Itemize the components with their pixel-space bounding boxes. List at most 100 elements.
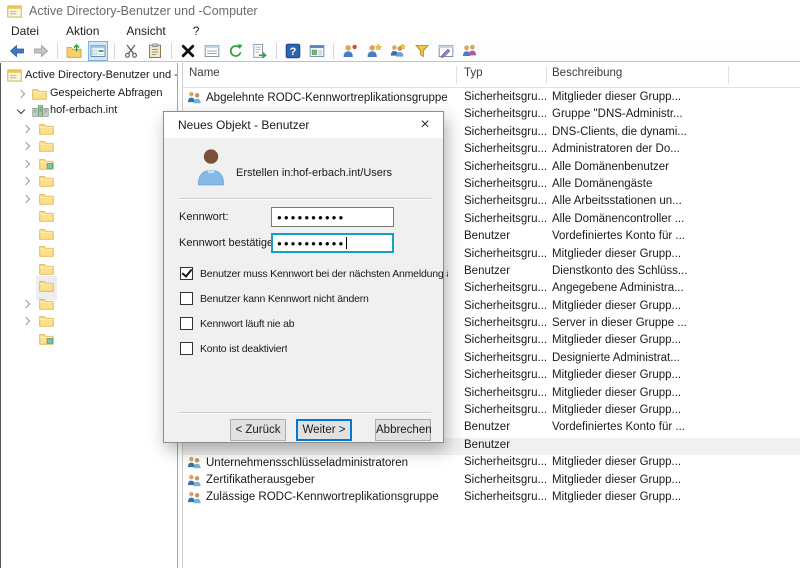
cell-beschreibung: Dienstkonto des Schlüss...	[552, 265, 688, 277]
cell-typ: Sicherheitsgru...	[464, 456, 547, 468]
tree-item-hof-erbach-int[interactable]: hof-erbach.int	[1, 102, 177, 120]
svg-text:?: ?	[290, 46, 297, 58]
export-list-icon[interactable]	[250, 41, 270, 61]
user-silhouette-icon	[194, 147, 228, 190]
list-row[interactable]: Unternehmensschlüsseladministratoren Sich…	[183, 455, 800, 472]
cell-typ: Benutzer	[464, 265, 510, 277]
cell-name: Zertifikatherausgeber	[187, 474, 315, 487]
tree-item-folder[interactable]	[1, 225, 177, 243]
list-row[interactable]: Zulässige RODC-Kennwortreplikationsgrupp…	[183, 490, 800, 507]
new-object-user-dialog: Neues Objekt - Benutzer Erstellen in: ho…	[163, 111, 444, 443]
cell-beschreibung: Mitglieder dieser Grupp...	[552, 248, 681, 260]
checkbox-box-checked[interactable]	[180, 267, 193, 280]
separator	[179, 198, 431, 200]
list-row[interactable]: Abgelehnte RODC-Kennwortreplikationsgrup…	[183, 90, 800, 107]
add-user-to-group-icon[interactable]	[340, 41, 360, 61]
cell-typ: Sicherheitsgru...	[464, 108, 547, 120]
cell-typ: Benutzer	[464, 230, 510, 242]
close-icon[interactable]	[413, 115, 437, 134]
paste-icon[interactable]	[145, 41, 165, 61]
tree-item-folder[interactable]	[1, 172, 177, 190]
confirm-password-input[interactable]: ●●●●●●●●●●	[271, 233, 394, 253]
column-separator[interactable]	[456, 66, 457, 84]
edit-properties-icon[interactable]	[436, 41, 456, 61]
checkbox-box[interactable]	[180, 317, 193, 330]
menu-item-aktion[interactable]: Aktion	[57, 23, 108, 39]
tree-item-folder[interactable]	[1, 137, 177, 155]
cell-typ: Sicherheitsgru...	[464, 282, 547, 294]
help-icon[interactable]: ?	[283, 41, 303, 61]
tree-item-gespeicherte-abfragen[interactable]: Gespeicherte Abfragen	[1, 85, 177, 103]
tree-item-folder[interactable]	[1, 155, 177, 173]
cell-beschreibung: Mitglieder dieser Grupp...	[552, 491, 681, 503]
tree-item-folder[interactable]	[1, 190, 177, 208]
cut-icon[interactable]	[121, 41, 141, 61]
cancel-button[interactable]: Abbrechen	[375, 419, 431, 441]
menu-item-help[interactable]: ?	[184, 23, 209, 39]
tree-item-folder[interactable]	[1, 120, 177, 138]
toolbar-separator	[276, 43, 277, 59]
chevron-right-icon[interactable]	[22, 317, 30, 325]
checkbox-box[interactable]	[180, 292, 193, 305]
menu-item-datei[interactable]: Datei	[2, 23, 48, 39]
cell-beschreibung: Mitglieder dieser Grupp...	[552, 369, 681, 381]
new-ou-icon[interactable]	[460, 41, 480, 61]
chevron-right-icon[interactable]	[17, 89, 25, 97]
cell-typ: Sicherheitsgru...	[464, 404, 547, 416]
delete-icon[interactable]	[178, 41, 198, 61]
window-title: Active Directory-Benutzer und -Computer	[29, 4, 258, 18]
cell-typ: Benutzer	[464, 439, 510, 451]
column-separator[interactable]	[546, 66, 547, 84]
column-header-beschreibung[interactable]: Beschreibung	[552, 67, 622, 79]
checkbox-must-change-password[interactable]: Benutzer muss Kennwort bei der nächsten …	[180, 267, 448, 280]
tree-item-folder[interactable]	[1, 207, 177, 225]
tree-item-folder[interactable]	[1, 330, 177, 348]
group-icon	[187, 91, 202, 104]
password-input[interactable]: ●●●●●●●●●●	[271, 207, 394, 227]
list-row[interactable]: ZertifikatherausgeberSicherheitsgru...Mi…	[183, 473, 800, 490]
tree-root-item[interactable]: Active Directory-Benutzer und -	[1, 67, 177, 85]
snap-in-window-icon[interactable]	[307, 41, 327, 61]
checkbox-password-never-expires[interactable]: Kennwort läuft nie ab	[180, 317, 294, 330]
chevron-right-icon[interactable]	[22, 299, 30, 307]
name-text: Abgelehnte RODC-Kennwortreplikationsgrup…	[206, 92, 448, 104]
tree-item-folder[interactable]	[1, 260, 177, 278]
password-dots: ●●●●●●●●●●	[277, 213, 345, 222]
chevron-right-icon[interactable]	[22, 194, 30, 202]
back-button[interactable]: < Zurück	[230, 419, 286, 441]
cell-typ: Sicherheitsgru...	[464, 143, 547, 155]
filter-icon[interactable]	[412, 41, 432, 61]
tree-item-folder[interactable]	[1, 295, 177, 313]
console-tree-toggle-icon[interactable]	[88, 41, 108, 61]
checkbox-box[interactable]	[180, 342, 193, 355]
group-icon	[187, 491, 202, 504]
checkbox-cannot-change-password[interactable]: Benutzer kann Kennwort nicht ändern	[180, 292, 369, 305]
checkbox-account-disabled[interactable]: Konto ist deaktiviert	[180, 342, 287, 355]
column-header-name[interactable]: Name	[189, 67, 220, 79]
chevron-right-icon[interactable]	[22, 124, 30, 132]
name-text: Unternehmensschlüsseladministratoren	[206, 457, 408, 469]
refresh-icon[interactable]	[226, 41, 246, 61]
column-separator[interactable]	[728, 66, 729, 84]
next-button[interactable]: Weiter >	[296, 419, 352, 441]
cell-beschreibung: Mitglieder dieser Grupp...	[552, 334, 681, 346]
tree-item-folder[interactable]	[1, 312, 177, 330]
menu-item-ansicht[interactable]: Ansicht	[117, 23, 174, 39]
new-group-icon[interactable]	[388, 41, 408, 61]
cell-typ: Sicherheitsgru...	[464, 178, 547, 190]
properties-list-icon[interactable]	[202, 41, 222, 61]
chevron-right-icon[interactable]	[22, 159, 30, 167]
chevron-down-icon[interactable]	[17, 106, 25, 114]
cell-beschreibung: Vordefiniertes Konto für ...	[552, 230, 685, 242]
new-user-icon[interactable]	[364, 41, 384, 61]
cell-typ: Sicherheitsgru...	[464, 248, 547, 260]
chevron-right-icon[interactable]	[22, 142, 30, 150]
forward-icon[interactable]	[31, 41, 51, 61]
list-header: Name Typ Beschreibung	[183, 63, 800, 88]
column-header-typ[interactable]: Typ	[464, 67, 483, 79]
chevron-right-icon[interactable]	[22, 177, 30, 185]
back-icon[interactable]	[7, 41, 27, 61]
tree-item-folder[interactable]	[1, 242, 177, 260]
up-one-level-icon[interactable]	[64, 41, 84, 61]
tree-item-folder[interactable]	[1, 277, 177, 295]
